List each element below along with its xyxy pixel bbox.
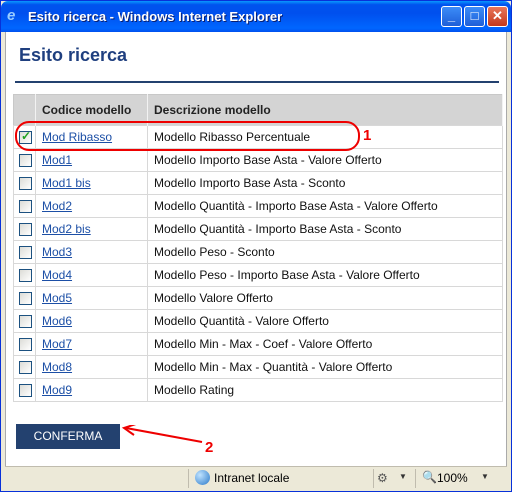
- model-code-link[interactable]: Mod9: [42, 383, 72, 397]
- annotation-highlight-oval: [15, 121, 360, 151]
- row-select-checkbox[interactable]: [19, 315, 32, 329]
- model-code-link[interactable]: Mod1 bis: [42, 176, 91, 190]
- table-row: Mod5 Modello Valore Offerto: [13, 286, 503, 310]
- table-row: Mod4 Modello Peso - Importo Base Asta - V…: [13, 263, 503, 287]
- code-cell: Mod2 bis: [35, 217, 148, 241]
- chevron-down-icon[interactable]: ▼: [399, 472, 407, 481]
- confirm-button[interactable]: CONFERMA: [16, 424, 120, 449]
- code-cell: Mod1: [35, 148, 148, 172]
- row-select-cell: [13, 286, 36, 310]
- zoom-level: 100%: [437, 471, 468, 485]
- table-row: Mod2 Modello Quantità - Importo Base Asta…: [13, 194, 503, 218]
- model-code-link[interactable]: Mod2: [42, 199, 72, 213]
- row-select-cell: [13, 355, 36, 379]
- row-select-checkbox[interactable]: [19, 177, 32, 191]
- model-code-link[interactable]: Mod4: [42, 268, 72, 282]
- model-code-link[interactable]: Mod8: [42, 360, 72, 374]
- row-select-checkbox[interactable]: [19, 338, 32, 352]
- row-select-checkbox[interactable]: [19, 200, 32, 214]
- row-select-cell: [13, 148, 36, 172]
- close-button[interactable]: ✕: [487, 6, 508, 27]
- code-cell: Mod1 bis: [35, 171, 148, 195]
- table-row: Mod9 Modello Rating: [13, 378, 503, 402]
- code-cell: Mod3: [35, 240, 148, 264]
- model-description: Modello Importo Base Asta - Valore Offer…: [147, 148, 503, 172]
- model-description: Modello Importo Base Asta - Sconto: [147, 171, 503, 195]
- zoom-icon: 🔍: [422, 470, 437, 484]
- title-bar[interactable]: e Esito ricerca - Windows Internet Explo…: [1, 1, 511, 32]
- title-divider: [15, 81, 499, 83]
- row-select-cell: [13, 378, 36, 402]
- model-description: Modello Min - Max - Coef - Valore Offert…: [147, 332, 503, 356]
- row-select-checkbox[interactable]: [19, 246, 32, 260]
- row-select-cell: [13, 240, 36, 264]
- lock-icon: ⚙: [377, 471, 388, 485]
- row-select-cell: [13, 194, 36, 218]
- table-row: Mod2 bis Modello Quantità - Importo Base …: [13, 217, 503, 241]
- row-select-cell: [13, 309, 36, 333]
- table-row: Mod7 Modello Min - Max - Coef - Valore Of…: [13, 332, 503, 356]
- page-content: Esito ricerca Codice modello Descrizione…: [5, 32, 507, 466]
- model-code-link[interactable]: Mod3: [42, 245, 72, 259]
- globe-icon: [195, 470, 210, 485]
- model-description: Modello Quantità - Importo Base Asta - S…: [147, 217, 503, 241]
- model-description: Modello Peso - Sconto: [147, 240, 503, 264]
- status-bar: Intranet locale ⚙ ▼ 🔍 100% ▼: [5, 466, 507, 489]
- minimize-button[interactable]: _: [441, 6, 462, 27]
- zoom-dropdown-icon[interactable]: ▼: [481, 472, 489, 481]
- row-select-checkbox[interactable]: [19, 269, 32, 283]
- row-select-checkbox[interactable]: [19, 223, 32, 237]
- code-cell: Mod4: [35, 263, 148, 287]
- table-row: Mod8 Modello Min - Max - Quantità - Valor…: [13, 355, 503, 379]
- window-title: Esito ricerca - Windows Internet Explore…: [28, 9, 283, 24]
- maximize-button[interactable]: □: [464, 6, 485, 27]
- annotation-marker-1: 1: [363, 127, 372, 144]
- model-code-link[interactable]: Mod1: [42, 153, 72, 167]
- table-row: Mod1 bis Modello Importo Base Asta - Scon…: [13, 171, 503, 195]
- code-cell: Mod7: [35, 332, 148, 356]
- page-title: Esito ricerca: [19, 45, 128, 65]
- row-select-cell: [13, 217, 36, 241]
- row-select-checkbox[interactable]: [19, 361, 32, 375]
- browser-window: e Esito ricerca - Windows Internet Explo…: [0, 0, 512, 492]
- code-cell: Mod5: [35, 286, 148, 310]
- row-select-checkbox[interactable]: [19, 292, 32, 306]
- model-code-link[interactable]: Mod7: [42, 337, 72, 351]
- row-select-checkbox[interactable]: [19, 384, 32, 398]
- code-cell: Mod8: [35, 355, 148, 379]
- model-description: Modello Min - Max - Quantità - Valore Of…: [147, 355, 503, 379]
- code-cell: Mod6: [35, 309, 148, 333]
- row-select-cell: [13, 332, 36, 356]
- model-code-link[interactable]: Mod5: [42, 291, 72, 305]
- model-description: Modello Quantità - Valore Offerto: [147, 309, 503, 333]
- table-row: Mod3 Modello Peso - Sconto: [13, 240, 503, 264]
- code-cell: Mod9: [35, 378, 148, 402]
- table-row: Mod1 Modello Importo Base Asta - Valore O…: [13, 148, 503, 172]
- row-select-checkbox[interactable]: [19, 154, 32, 168]
- annotation-arrow-icon: [121, 425, 203, 443]
- ie-icon: e: [7, 7, 16, 24]
- row-select-cell: [13, 171, 36, 195]
- status-zone-label: Intranet locale: [214, 471, 290, 485]
- model-code-link[interactable]: Mod2 bis: [42, 222, 91, 236]
- table-row: Mod6 Modello Quantità - Valore Offerto: [13, 309, 503, 333]
- annotation-marker-2: 2: [205, 439, 214, 456]
- model-description: Modello Rating: [147, 378, 503, 402]
- row-select-cell: [13, 263, 36, 287]
- code-cell: Mod2: [35, 194, 148, 218]
- model-description: Modello Valore Offerto: [147, 286, 503, 310]
- model-description: Modello Peso - Importo Base Asta - Valor…: [147, 263, 503, 287]
- model-code-link[interactable]: Mod6: [42, 314, 72, 328]
- model-description: Modello Quantità - Importo Base Asta - V…: [147, 194, 503, 218]
